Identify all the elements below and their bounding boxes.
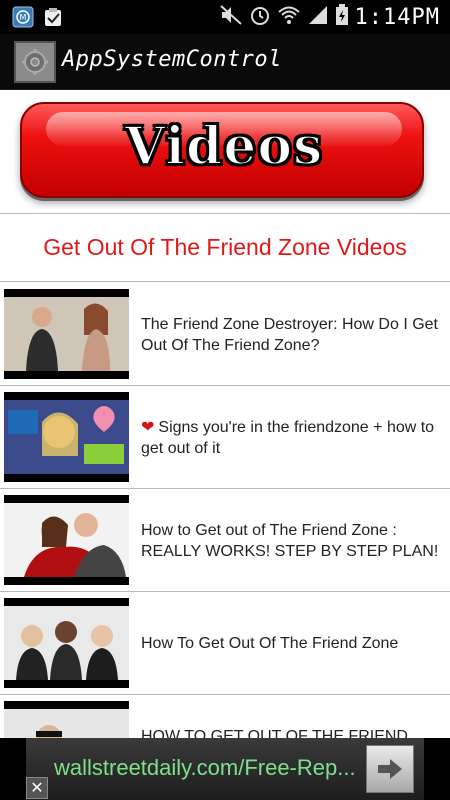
alarm-icon xyxy=(249,4,271,30)
video-thumbnail xyxy=(4,392,129,482)
video-title: HOW TO GET OUT OF THE FRIEND ZONE! ( 1 S… xyxy=(141,695,446,739)
signal-icon xyxy=(307,4,329,30)
banner-area: Videos xyxy=(0,90,450,214)
video-thumbnail xyxy=(4,289,129,379)
video-list-item[interactable]: How To Get Out Of The Friend Zone xyxy=(0,592,450,695)
video-title: ❤ Signs you're in the friendzone + how to… xyxy=(141,386,446,489)
video-title-text: Signs you're in the friendzone + how to … xyxy=(141,418,435,457)
video-title: How To Get Out Of The Friend Zone xyxy=(141,592,446,695)
arrow-right-icon[interactable] xyxy=(366,745,414,793)
action-bar: AppSystemControl xyxy=(0,34,450,90)
video-list-item[interactable]: HOW TO GET OUT OF THE FRIEND ZONE! ( 1 S… xyxy=(0,695,450,738)
video-thumbnail xyxy=(4,701,129,738)
video-list: The Friend Zone Destroyer: How Do I Get … xyxy=(0,283,450,738)
ad-banner[interactable]: wallstreetdaily.com/Free-Rep... xyxy=(0,738,450,800)
video-list-item[interactable]: How to Get out of The Friend Zone : REAL… xyxy=(0,489,450,592)
video-title: How to Get out of The Friend Zone : REAL… xyxy=(141,489,446,592)
battery-icon xyxy=(335,4,349,30)
video-title-text: How To Get Out Of The Friend Zone xyxy=(141,635,399,652)
ad-inner[interactable]: wallstreetdaily.com/Free-Rep... xyxy=(26,738,424,800)
videos-banner: Videos xyxy=(20,102,424,198)
svg-text:M: M xyxy=(20,13,27,22)
video-title: The Friend Zone Destroyer: How Do I Get … xyxy=(141,283,446,386)
video-title-text: The Friend Zone Destroyer: How Do I Get … xyxy=(141,315,438,354)
app-title: AppSystemControl xyxy=(62,47,282,72)
video-title-text: How to Get out of The Friend Zone : REAL… xyxy=(141,521,439,560)
clipboard-check-icon xyxy=(42,6,64,28)
video-thumbnail xyxy=(4,598,129,688)
close-icon[interactable]: ✕ xyxy=(26,777,48,799)
banner-text: Videos xyxy=(124,115,324,178)
app-notification-icon: M xyxy=(12,6,34,28)
video-list-item[interactable]: The Friend Zone Destroyer: How Do I Get … xyxy=(0,283,450,386)
clock: 1:14PM xyxy=(354,4,440,30)
mute-icon xyxy=(219,4,243,30)
heart-icon: ❤ xyxy=(141,418,155,436)
wifi-icon xyxy=(277,4,301,30)
status-bar: M 1:14PM xyxy=(0,0,450,34)
content-area: Videos Get Out Of The Friend Zone Videos… xyxy=(0,90,450,738)
video-thumbnail xyxy=(4,495,129,585)
gear-icon[interactable] xyxy=(14,41,56,83)
video-list-item[interactable]: ❤ Signs you're in the friendzone + how to… xyxy=(0,386,450,489)
ad-text[interactable]: wallstreetdaily.com/Free-Rep... xyxy=(54,755,364,781)
section-title: Get Out Of The Friend Zone Videos xyxy=(0,214,450,282)
video-title-text: HOW TO GET OUT OF THE FRIEND ZONE! ( 1 S… xyxy=(141,727,408,739)
